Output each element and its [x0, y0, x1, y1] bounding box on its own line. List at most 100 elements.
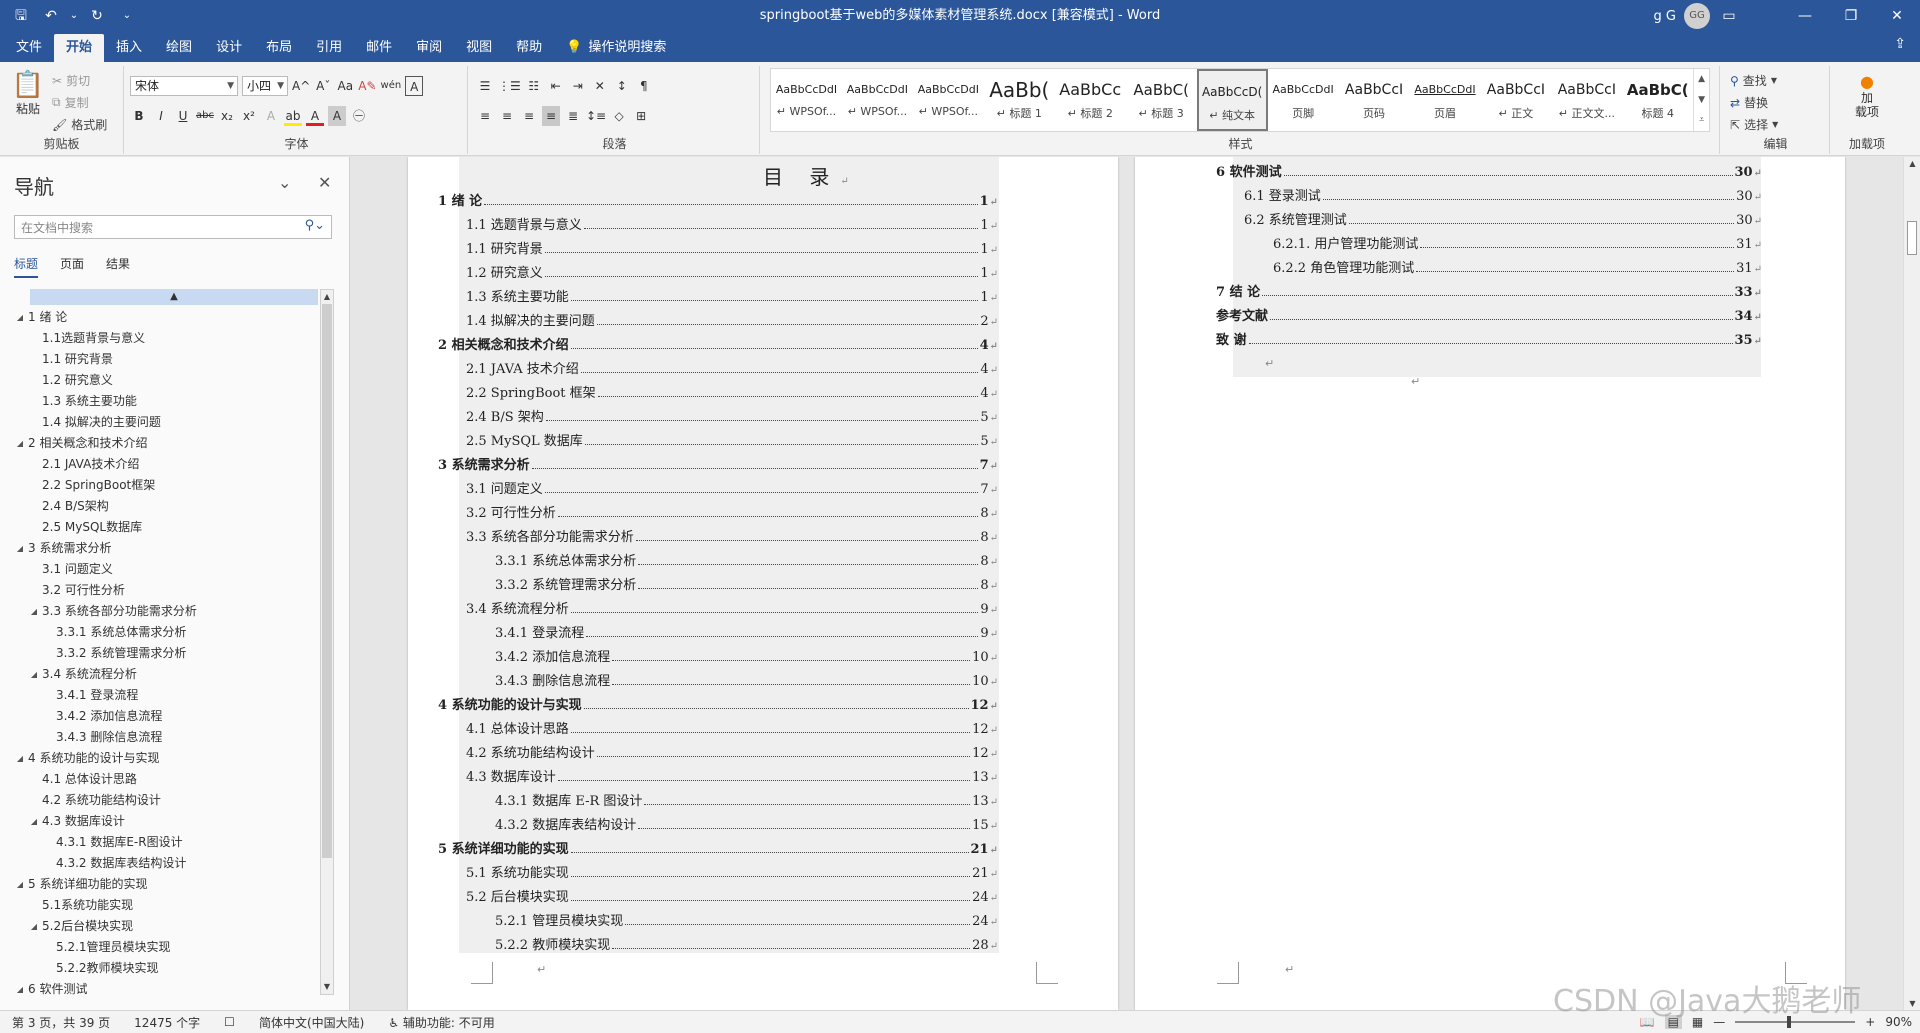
style-item[interactable]: AaBbCcI↵ 正文 [1480, 69, 1551, 131]
style-item-selected[interactable]: AaBbCcD(↵ 纯文本 [1197, 69, 1268, 131]
ribbon-display-options-icon[interactable]: ▭ [1706, 0, 1752, 32]
nav-heading-item[interactable]: ◢1 绪 论 [14, 307, 318, 328]
nav-heading-item[interactable]: 2.1 JAVA技术介绍 [14, 454, 318, 475]
undo-dropdown-icon[interactable]: ⌄ [68, 4, 80, 28]
multilevel-list-icon[interactable]: ☷ [525, 76, 543, 96]
font-color-icon[interactable]: A [306, 106, 324, 126]
style-item[interactable]: AaBbC(标题 4 [1622, 69, 1693, 131]
justify-icon[interactable]: ≡ [542, 106, 560, 126]
minimize-icon[interactable]: — [1782, 0, 1828, 32]
gallery-up-icon[interactable]: ▲ [1694, 69, 1709, 90]
style-item[interactable]: AaBbCcDdI↵ WPSOf... [771, 69, 842, 131]
style-item[interactable]: AaBbCcI↵ 正文文... [1551, 69, 1622, 131]
paste-button[interactable]: 📋 粘贴 [8, 70, 48, 117]
expand-triangle-icon[interactable]: ◢ [28, 601, 40, 622]
shading-icon[interactable]: ◇ [610, 106, 628, 126]
nav-heading-item[interactable]: 5.2.1管理员模块实现 [14, 937, 318, 958]
nav-collapse-bar[interactable]: ▲ [30, 289, 318, 305]
toc-entry[interactable]: 1.1 选题背景与意义1↵ [466, 214, 998, 238]
scroll-down-icon[interactable]: ▼ [321, 980, 333, 994]
cut-button[interactable]: ✂剪切 [52, 72, 90, 89]
chevron-down-icon[interactable]: ⌄ [278, 173, 291, 192]
nav-heading-item[interactable]: 1.1 研究背景 [14, 349, 318, 370]
nav-tab-pages[interactable]: 页面 [60, 255, 84, 278]
scroll-up-icon[interactable]: ▲ [1904, 159, 1920, 168]
tab-layout[interactable]: 布局 [254, 34, 304, 62]
tab-file[interactable]: 文件 [4, 34, 54, 62]
toc-entry[interactable]: 致 谢35↵ [1216, 329, 1762, 353]
nav-heading-item[interactable]: ◢5.2后台模块实现 [14, 916, 318, 937]
nav-heading-item[interactable]: 3.4.1 登录流程 [14, 685, 318, 706]
tab-insert[interactable]: 插入 [104, 34, 154, 62]
numbering-icon[interactable]: ⋮☰ [498, 76, 521, 96]
scroll-down-icon[interactable]: ▼ [1904, 999, 1920, 1008]
toc-entry[interactable]: 6.2.1. 用户管理功能测试31↵ [1273, 233, 1762, 257]
clear-formatting-icon[interactable]: A✎ [358, 76, 376, 96]
tab-design[interactable]: 设计 [204, 34, 254, 62]
nav-tab-headings[interactable]: 标题 [14, 255, 38, 278]
page-toc-2[interactable]: 6 软件测试30↵6.1 登录测试30↵6.2 系统管理测试30↵6.2.1. … [1135, 157, 1845, 1010]
toc-entry[interactable]: 参考文献34↵ [1216, 305, 1762, 329]
zoom-slider[interactable] [1735, 1021, 1855, 1023]
change-case-icon[interactable]: Aa [336, 76, 354, 96]
expand-triangle-icon[interactable]: ◢ [14, 874, 26, 895]
toc-entry[interactable]: 2 相关概念和技术介绍4↵ [438, 334, 998, 358]
expand-triangle-icon[interactable]: ◢ [14, 979, 26, 1000]
toc-entry[interactable]: 3.4.3 删除信息流程10↵ [495, 670, 998, 694]
bullets-icon[interactable]: ☰ [476, 76, 494, 96]
strikethrough-icon[interactable]: abc [196, 106, 214, 126]
close-icon[interactable]: ✕ [1874, 0, 1920, 32]
expand-triangle-icon[interactable]: ◢ [14, 748, 26, 769]
toc-entry[interactable]: 1 绪 论1↵ [438, 190, 998, 214]
nav-heading-item[interactable]: 3.1 问题定义 [14, 559, 318, 580]
nav-tab-results[interactable]: 结果 [106, 255, 130, 278]
nav-heading-item[interactable]: ◢3.4 系统流程分析 [14, 664, 318, 685]
toc-entry[interactable]: 4.1 总体设计思路12↵ [466, 718, 998, 742]
replace-button[interactable]: ⇄替换 [1730, 94, 1768, 111]
decrease-indent-icon[interactable]: ⇤ [547, 76, 565, 96]
word-count[interactable]: 12475 个字 [122, 1014, 212, 1031]
toc-entry[interactable]: 2.1 JAVA 技术介绍4↵ [466, 358, 998, 382]
nav-heading-item[interactable]: 3.3.2 系统管理需求分析 [14, 643, 318, 664]
toc-entry[interactable]: 6.2.2 角色管理功能测试31↵ [1273, 257, 1762, 281]
highlight-icon[interactable]: ab [284, 106, 302, 126]
toc-entry[interactable]: 6.2 系统管理测试30↵ [1244, 209, 1762, 233]
undo-icon[interactable]: ↶ [38, 4, 64, 28]
toc-entry[interactable]: 4.2 系统功能结构设计12↵ [466, 742, 998, 766]
toc-entry[interactable]: 3.4.2 添加信息流程10↵ [495, 646, 998, 670]
language-indicator[interactable]: 简体中文(中国大陆) [247, 1014, 376, 1031]
document-scroll-thumb[interactable] [1907, 221, 1917, 255]
expand-triangle-icon[interactable]: ◢ [14, 538, 26, 559]
zoom-in-button[interactable]: + [1865, 1015, 1875, 1029]
customize-qat-icon[interactable]: ⌄ [114, 4, 140, 28]
scroll-up-icon[interactable]: ▲ [321, 290, 333, 304]
toc-entry[interactable]: 1.1 研究背景1↵ [466, 238, 998, 262]
expand-triangle-icon[interactable]: ◢ [14, 433, 26, 454]
expand-triangle-icon[interactable]: ◢ [14, 307, 26, 328]
borders-icon[interactable]: ⊞ [632, 106, 650, 126]
nav-heading-item[interactable]: ◢4.3 数据库设计 [14, 811, 318, 832]
show-marks-icon[interactable]: ¶ [635, 76, 653, 96]
tab-view[interactable]: 视图 [454, 34, 504, 62]
style-item[interactable]: AaBb(↵ 标题 1 [984, 69, 1055, 131]
toc-entry[interactable]: 4.3.1 数据库 E-R 图设计13↵ [495, 790, 998, 814]
text-effects-icon[interactable]: A [262, 106, 280, 126]
toc-entry[interactable]: 2.2 SpringBoot 框架4↵ [466, 382, 998, 406]
tell-me-search[interactable]: 💡 操作说明搜索 [554, 34, 678, 62]
document-area[interactable]: 目 录↵ 1 绪 论1↵1.1 选题背景与意义1↵1.1 研究背景1↵1.2 研… [351, 157, 1903, 1010]
toc-entry[interactable]: 5.2.2 教师模块实现28↵ [495, 934, 998, 958]
underline-icon[interactable]: U [174, 106, 192, 126]
nav-heading-item[interactable]: 3.3.1 系统总体需求分析 [14, 622, 318, 643]
tab-home[interactable]: 开始 [54, 34, 104, 62]
nav-heading-item[interactable]: ◢5 系统详细功能的实现 [14, 874, 318, 895]
nav-heading-item[interactable]: 1.2 研究意义 [14, 370, 318, 391]
superscript-icon[interactable]: x² [240, 106, 258, 126]
bold-icon[interactable]: B [130, 106, 148, 126]
align-left-icon[interactable]: ≡ [476, 106, 494, 126]
toc-entry[interactable]: 6 软件测试30↵ [1216, 161, 1762, 185]
save-icon[interactable]: 🖫 [8, 4, 34, 28]
toc-entry[interactable]: 3.2 可行性分析8↵ [466, 502, 998, 526]
nav-heading-item[interactable]: 4.3.2 数据库表结构设计 [14, 853, 318, 874]
copy-button[interactable]: ⧉复制 [52, 94, 89, 111]
nav-heading-item[interactable]: 4.3.1 数据库E-R图设计 [14, 832, 318, 853]
